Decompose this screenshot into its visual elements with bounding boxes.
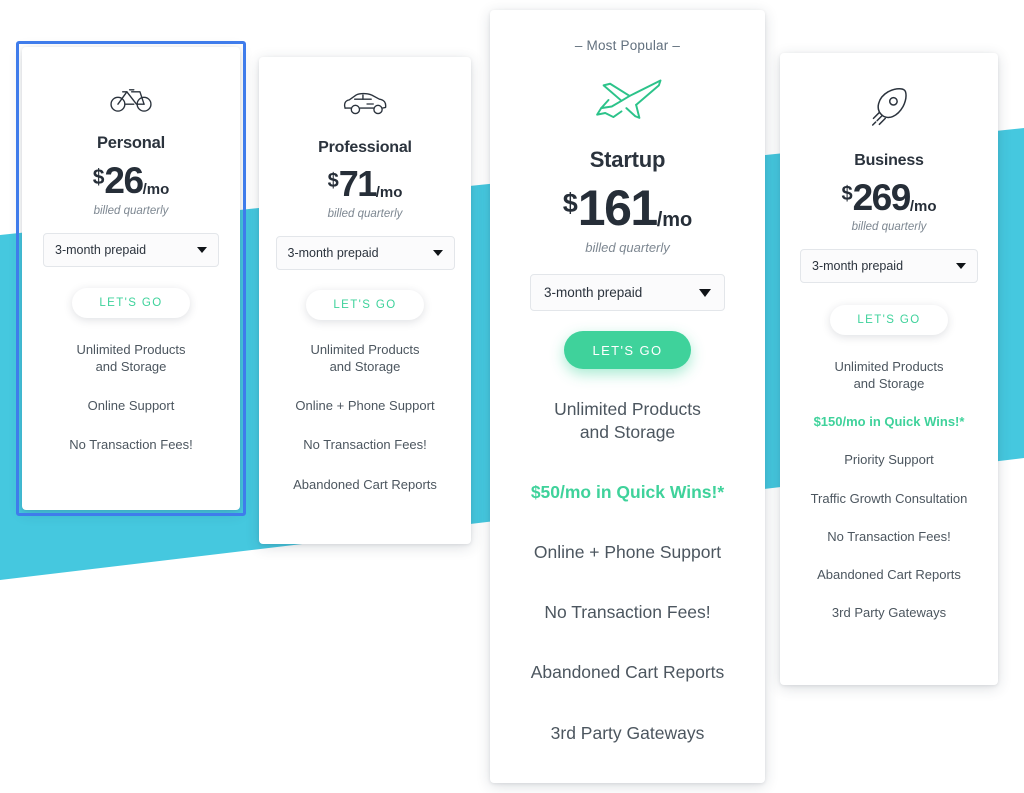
feature-item: Unlimited Products and Storage (554, 399, 701, 443)
feature-item-highlight: $50/mo in Quick Wins!* (530, 482, 725, 503)
feature-item: 3rd Party Gateways (831, 605, 947, 621)
term-select[interactable]: 3-month prepaid (530, 274, 725, 311)
feature-item: No Transaction Fees! (69, 437, 193, 453)
rocket-icon (869, 87, 909, 134)
feature-item: Abandoned Cart Reports (530, 662, 725, 683)
term-select-value: 3-month prepaid (812, 259, 904, 273)
feature-list: Unlimited Products and Storage Online + … (259, 341, 471, 493)
term-select-value: 3-month prepaid (287, 246, 379, 260)
feature-item: Priority Support (844, 452, 934, 468)
feature-item: Unlimited Products and Storage (310, 342, 420, 375)
feature-item: Unlimited Products and Storage (834, 359, 944, 392)
plan-name: Business (854, 152, 924, 169)
plan-name: Personal (96, 134, 166, 152)
term-select-value: 3-month prepaid (544, 285, 643, 300)
price-amount: 161 (577, 180, 658, 236)
pricing-card-professional[interactable]: Professional $ 71 /mo billed quarterly 3… (259, 57, 471, 544)
plan-price: $ 26 /mo (93, 162, 170, 199)
airplane-icon (589, 74, 667, 131)
bicycle-icon (109, 83, 153, 118)
billing-note: billed quarterly (93, 205, 169, 217)
plan-price: $ 161 /mo (563, 183, 693, 233)
plan-name: Professional (318, 139, 412, 156)
lets-go-button[interactable]: LET'S GO (564, 331, 691, 369)
lets-go-button[interactable]: LET'S GO (830, 305, 948, 335)
pricing-card-startup[interactable]: – Most Popular – Startup $ 161 /mo bille… (490, 10, 765, 783)
currency-symbol: $ (92, 166, 105, 189)
feature-item: Online Support (87, 398, 175, 414)
feature-item: 3rd Party Gateways (550, 722, 705, 743)
most-popular-badge: – Most Popular – (574, 38, 681, 53)
price-amount: 269 (852, 177, 912, 218)
term-select-value: 3-month prepaid (55, 243, 147, 257)
feature-item: No Transaction Fees! (827, 528, 951, 544)
lets-go-button[interactable]: LET'S GO (306, 290, 424, 320)
feature-item: Abandoned Cart Reports (293, 476, 437, 492)
plan-name: Startup (589, 147, 666, 172)
chevron-down-icon (197, 247, 207, 253)
feature-item: No Transaction Fees! (303, 437, 427, 453)
price-period: /mo (142, 181, 170, 198)
currency-symbol: $ (562, 188, 578, 218)
feature-list: Unlimited Products and Storage Online Su… (22, 341, 240, 454)
plan-price: $ 269 /mo (841, 179, 936, 216)
feature-item: Unlimited Products and Storage (76, 342, 186, 375)
feature-item: Online + Phone Support (533, 542, 722, 563)
billing-note: billed quarterly (851, 221, 927, 233)
feature-item: Online + Phone Support (295, 398, 435, 414)
price-amount: 26 (104, 160, 144, 201)
term-select[interactable]: 3-month prepaid (800, 249, 978, 283)
billing-note: billed quarterly (327, 208, 403, 220)
feature-item: Abandoned Cart Reports (817, 566, 961, 582)
price-amount: 71 (338, 163, 378, 204)
pricing-card-personal[interactable]: Personal $ 26 /mo billed quarterly 3-mon… (22, 47, 240, 510)
price-period: /mo (656, 209, 693, 231)
feature-item-highlight: $150/mo in Quick Wins!* (813, 414, 965, 430)
feature-list: Unlimited Products and Storage $50/mo in… (490, 398, 765, 745)
lets-go-button[interactable]: LET'S GO (72, 288, 190, 318)
billing-note: billed quarterly (585, 240, 670, 255)
chevron-down-icon (432, 250, 443, 256)
car-icon (341, 90, 389, 123)
pricing-page: Personal $ 26 /mo billed quarterly 3-mon… (0, 0, 1024, 793)
plan-price: $ 71 /mo (328, 166, 403, 202)
currency-symbol: $ (841, 183, 853, 205)
pricing-card-business[interactable]: Business $ 269 /mo billed quarterly 3-mo… (780, 53, 998, 685)
feature-item: No Transaction Fees! (544, 602, 711, 623)
chevron-down-icon (699, 288, 711, 297)
price-period: /mo (375, 184, 403, 201)
chevron-down-icon (956, 263, 966, 269)
price-period: /mo (909, 198, 937, 215)
feature-list: Unlimited Products and Storage $150/mo i… (780, 358, 998, 621)
feature-item: Traffic Growth Consultation (810, 490, 968, 506)
currency-symbol: $ (327, 170, 339, 192)
term-select[interactable]: 3-month prepaid (43, 233, 219, 267)
term-select[interactable]: 3-month prepaid (275, 236, 455, 270)
